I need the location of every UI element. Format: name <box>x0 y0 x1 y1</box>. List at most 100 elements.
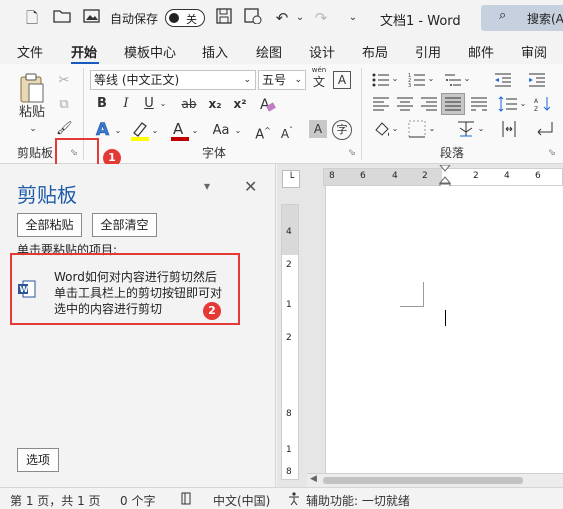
paste-all-button[interactable]: 全部粘贴 <box>17 213 82 237</box>
align-left-icon[interactable] <box>372 96 390 115</box>
align-right-icon[interactable] <box>420 96 438 115</box>
underline-button[interactable]: U <box>141 95 157 113</box>
font-launcher-icon[interactable]: ⬂ <box>348 148 358 158</box>
redo-icon[interactable]: ↷ <box>311 8 331 28</box>
line-spacing-icon[interactable] <box>498 96 518 115</box>
character-border-icon[interactable]: A <box>333 71 351 89</box>
multilevel-dropdown-icon[interactable]: ⌄ <box>462 70 472 88</box>
scrollbar-thumb[interactable] <box>323 477 523 484</box>
subscript-button[interactable]: x₂ <box>205 95 225 113</box>
distributed-icon[interactable] <box>470 96 488 115</box>
distributed-align-icon[interactable] <box>500 120 518 141</box>
scroll-left-icon[interactable]: ◀ <box>310 474 317 484</box>
borders-dropdown-icon[interactable]: ⌄ <box>427 120 437 138</box>
ruler-number: 6 <box>535 171 541 181</box>
change-case-icon[interactable]: Aa <box>208 122 234 140</box>
customize-toolbar-icon[interactable]: ⌄ <box>343 8 363 28</box>
bold-button[interactable]: B <box>94 95 110 113</box>
font-color-dropdown-icon[interactable]: ⌄ <box>190 122 200 140</box>
shading-dropdown-icon[interactable]: ⌄ <box>390 120 400 138</box>
copy-icon[interactable]: ⧉ <box>56 96 72 114</box>
font-group-label: 字体 <box>202 146 227 160</box>
change-case-dropdown-icon[interactable]: ⌄ <box>233 122 243 140</box>
font-size-dropdown[interactable]: 五号 ⌄ <box>258 70 306 90</box>
svg-text:A: A <box>534 98 539 105</box>
multilevel-list-icon[interactable] <box>444 72 462 91</box>
clear-formatting-icon[interactable]: A <box>258 95 276 116</box>
document-page[interactable] <box>325 186 563 473</box>
language-indicator[interactable]: 中文(中国) <box>213 492 270 509</box>
format-painter-icon[interactable]: 🖌 <box>56 120 73 138</box>
tab-layout[interactable]: 布局 <box>362 42 388 61</box>
clear-all-button[interactable]: 全部清空 <box>92 213 157 237</box>
tab-templates[interactable]: 模板中心 <box>124 42 176 61</box>
phonetic-guide-label[interactable]: wén <box>310 66 328 75</box>
highlight-icon[interactable] <box>130 119 150 144</box>
superscript-button[interactable]: x² <box>230 95 250 113</box>
tab-review[interactable]: 审阅 <box>521 42 547 61</box>
tab-insert[interactable]: 插入 <box>202 42 228 61</box>
font-color-icon[interactable]: A <box>170 119 190 144</box>
strikethrough-button[interactable]: ab <box>178 95 200 113</box>
tab-mailings[interactable]: 邮件 <box>468 42 494 61</box>
align-center-icon[interactable] <box>396 96 414 115</box>
tab-draw[interactable]: 绘图 <box>256 42 282 61</box>
open-folder-icon[interactable] <box>52 8 72 28</box>
pane-options-dropdown-icon[interactable]: ▾ <box>204 179 210 193</box>
show-formatting-icon[interactable] <box>534 120 554 141</box>
undo-icon[interactable]: ↶ <box>272 8 292 28</box>
horizontal-scrollbar[interactable]: ◀ <box>307 473 563 487</box>
chinese-layout-icon[interactable] <box>456 120 476 141</box>
cut-icon[interactable]: ✂ <box>56 72 72 90</box>
numbering-icon[interactable]: 123 <box>408 72 426 91</box>
search-icon: ⌕ <box>499 8 507 23</box>
tab-file[interactable]: 文件 <box>17 42 43 61</box>
enclose-characters-icon[interactable]: 字 <box>332 120 352 140</box>
underline-dropdown-icon[interactable]: ⌄ <box>158 95 168 113</box>
bullets-dropdown-icon[interactable]: ⌄ <box>390 70 400 88</box>
page-count[interactable]: 第 1 页，共 1 页 <box>10 492 101 509</box>
chevron-down-icon: ⌄ <box>243 75 251 85</box>
increase-indent-icon[interactable] <box>528 72 546 91</box>
tab-home[interactable]: 开始 <box>71 42 97 61</box>
tab-design[interactable]: 设计 <box>309 42 335 61</box>
accessibility-status[interactable]: 辅助功能: 一切就绪 <box>306 492 410 509</box>
tab-references[interactable]: 引用 <box>415 42 441 61</box>
italic-button[interactable]: I <box>118 95 134 113</box>
highlight-dropdown-icon[interactable]: ⌄ <box>150 122 160 140</box>
shrink-font-icon[interactable]: Aˇ <box>278 122 296 143</box>
chinese-layout-dropdown-icon[interactable]: ⌄ <box>476 120 486 138</box>
options-button[interactable]: 选项 <box>17 448 59 472</box>
numbering-dropdown-icon[interactable]: ⌄ <box>426 70 436 88</box>
new-document-icon[interactable]: 🗋 <box>22 8 42 28</box>
autosave-state: 关 <box>186 13 197 26</box>
picture-icon[interactable] <box>82 8 102 28</box>
bullets-icon[interactable] <box>372 72 390 91</box>
grow-font-icon[interactable]: A^ <box>254 122 272 144</box>
decrease-indent-icon[interactable] <box>494 72 512 91</box>
tab-stop-selector[interactable]: └ <box>282 170 300 188</box>
borders-icon[interactable] <box>408 120 426 141</box>
save-as-icon[interactable] <box>243 8 263 28</box>
save-icon[interactable] <box>214 8 234 28</box>
undo-dropdown-icon[interactable]: ⌄ <box>290 8 310 28</box>
title-bar: 🗋 自动保存 关 ↶ ⌄ ↷ ⌄ 文档1 - Word ⌕ 搜索(A <box>0 0 563 36</box>
proofing-icon[interactable] <box>180 492 194 508</box>
search-box[interactable]: ⌕ 搜索(A <box>481 5 563 31</box>
paste-icon[interactable] <box>18 72 46 107</box>
justify-button[interactable] <box>441 93 465 115</box>
line-spacing-dropdown-icon[interactable]: ⌄ <box>518 95 528 113</box>
paragraph-launcher-icon[interactable]: ⬂ <box>548 148 558 158</box>
phonetic-guide-char[interactable]: 文 <box>310 75 328 89</box>
shading-icon[interactable] <box>372 120 392 143</box>
paste-dropdown-icon[interactable]: ⌄ <box>26 120 40 138</box>
font-name-dropdown[interactable]: 等线 (中文正文) ⌄ <box>90 70 256 90</box>
accessibility-icon[interactable] <box>287 492 301 508</box>
sort-icon[interactable]: AZ <box>534 96 554 115</box>
character-shading-icon[interactable]: A <box>309 120 327 138</box>
text-effects-dropdown-icon[interactable]: ⌄ <box>113 122 123 140</box>
autosave-toggle[interactable]: 关 <box>165 9 205 27</box>
close-icon[interactable]: ✕ <box>244 177 257 196</box>
word-count[interactable]: 0 个字 <box>120 492 155 509</box>
vertical-ruler[interactable]: 4 2 1 2 8 1 8 <box>281 204 299 480</box>
